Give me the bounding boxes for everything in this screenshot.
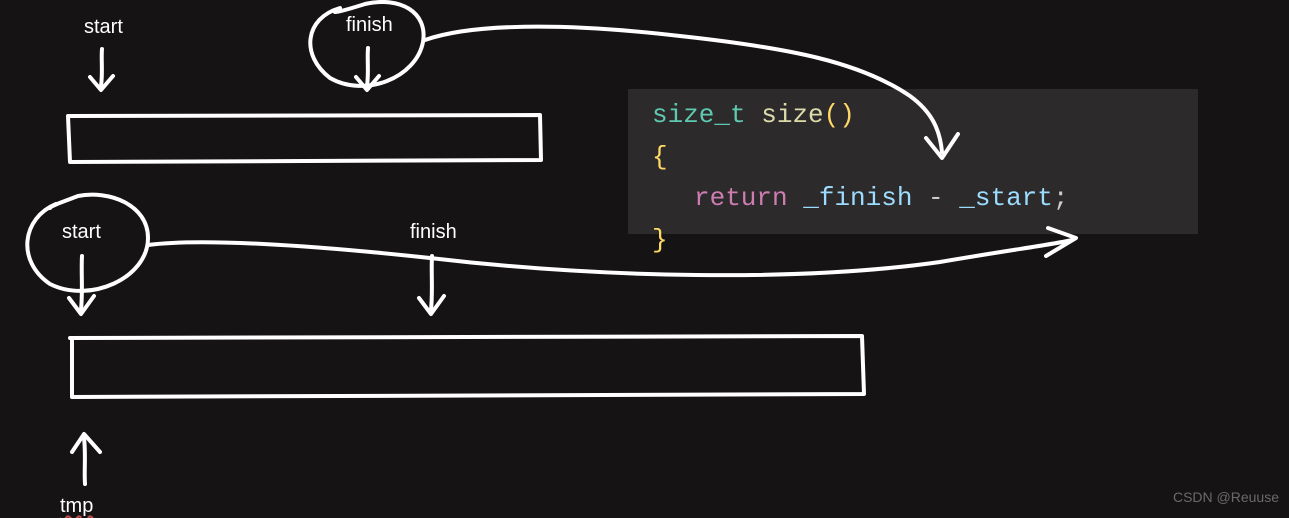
code-brace-close: } [652, 225, 668, 255]
code-minus: - [912, 183, 959, 213]
code-line-return: return _finish - _start; [652, 178, 1182, 220]
top-finish-label: finish [346, 14, 393, 37]
code-line-brace-open: { [652, 137, 1182, 179]
arrow-top-start-head [90, 76, 113, 90]
code-line-brace-close: } [652, 220, 1182, 262]
box-bottom [70, 336, 864, 397]
top-start-label: start [84, 16, 123, 39]
arrow-bottom-finish-head [419, 296, 444, 314]
watermark: CSDN @Reuuse [1173, 489, 1279, 505]
arrow-tmp-shaft [84, 438, 85, 484]
code-fn-name: size [761, 100, 823, 130]
code-semi: ; [1053, 183, 1069, 213]
arrow-top-finish-shaft [367, 48, 368, 86]
code-type: size_t [652, 100, 746, 130]
arrow-tmp-head [72, 434, 100, 452]
code-brace-open: { [652, 142, 668, 172]
arrow-bottom-start-head [69, 296, 94, 314]
code-start-ident: _start [959, 183, 1053, 213]
code-return-kw: return [694, 183, 788, 213]
code-line-signature: size_t size() [652, 95, 1182, 137]
arrow-bottom-finish-shaft [431, 256, 432, 310]
arrow-top-start-shaft [101, 49, 102, 86]
arrow-bottom-start-shaft [81, 256, 82, 310]
bottom-start-label: start [62, 221, 101, 244]
box-top [68, 115, 541, 162]
code-snippet: size_t size() { return _finish - _start;… [628, 89, 1198, 234]
code-parens: () [824, 100, 855, 130]
code-finish-ident: _finish [803, 183, 912, 213]
bottom-finish-label: finish [410, 221, 457, 244]
arrow-top-finish-head [356, 76, 379, 90]
